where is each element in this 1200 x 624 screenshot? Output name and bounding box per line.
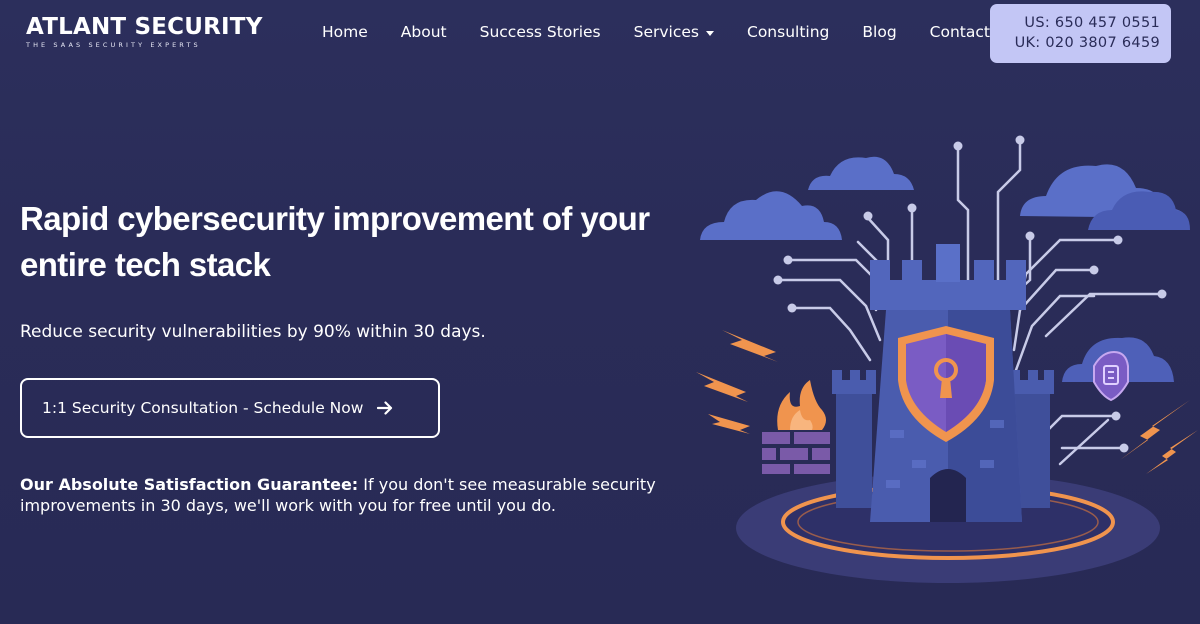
arrow-right-icon (377, 401, 393, 415)
nav-about[interactable]: About (401, 22, 447, 42)
site-header: ATLANT SECURITY THE SAAS SECURITY EXPERT… (0, 0, 1200, 66)
guarantee-text: Our Absolute Satisfaction Guarantee: If … (20, 474, 700, 516)
brand-name: ATLANT SECURITY (26, 14, 263, 40)
phone-box: US: 650 457 0551 UK: 020 3807 6459 (990, 4, 1171, 63)
hero-subtitle: Reduce security vulnerabilities by 90% w… (20, 322, 486, 342)
phone-us[interactable]: US: 650 457 0551 (990, 13, 1160, 33)
brand-tagline: THE SAAS SECURITY EXPERTS (26, 41, 201, 49)
phone-uk[interactable]: UK: 020 3807 6459 (990, 33, 1160, 53)
main-nav: Home About Success Stories Services Cons… (322, 22, 990, 42)
nav-consulting[interactable]: Consulting (747, 22, 829, 42)
security-castle-illustration (696, 135, 1198, 583)
cta-label: 1:1 Security Consultation - Schedule Now (42, 399, 364, 417)
nav-services[interactable]: Services (634, 22, 714, 42)
nav-success-stories[interactable]: Success Stories (480, 22, 601, 42)
nav-services-label: Services (633, 23, 699, 41)
brand-logo[interactable]: ATLANT SECURITY THE SAAS SECURITY EXPERT… (26, 14, 263, 49)
nav-blog[interactable]: Blog (862, 22, 896, 42)
nav-home[interactable]: Home (322, 22, 368, 42)
nav-contact[interactable]: Contact (930, 22, 990, 42)
schedule-consultation-button[interactable]: 1:1 Security Consultation - Schedule Now (20, 378, 440, 438)
hero-title: Rapid cybersecurity improvement of your … (20, 200, 650, 283)
caret-down-icon (706, 30, 714, 36)
guarantee-label: Our Absolute Satisfaction Guarantee: (20, 475, 359, 494)
